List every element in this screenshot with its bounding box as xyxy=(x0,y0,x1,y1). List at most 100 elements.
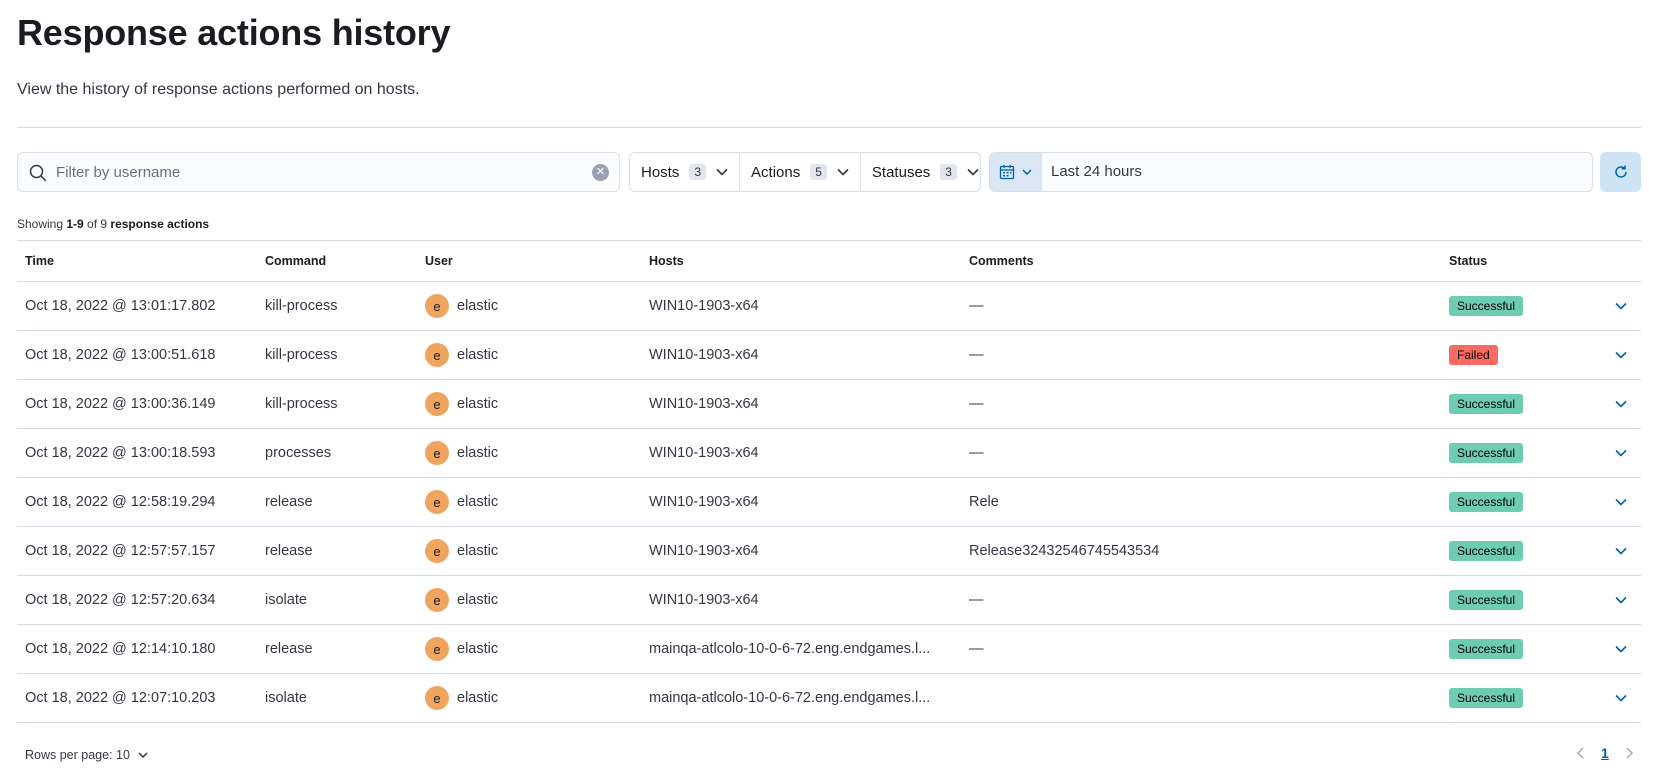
actions-filter-button[interactable]: Actions 5 xyxy=(740,153,861,191)
date-range-text[interactable]: Last 24 hours xyxy=(1042,153,1142,191)
cell-hosts: WIN10-1903-x64 xyxy=(649,347,759,363)
cell-command: release xyxy=(265,641,313,657)
cell-status: Successful xyxy=(1441,393,1601,415)
avatar: e xyxy=(425,490,449,514)
cell-command: release xyxy=(265,494,313,510)
cell-comments: — xyxy=(969,396,984,412)
search-icon xyxy=(29,164,47,182)
statuses-filter-count: 3 xyxy=(940,164,957,180)
cell-status: Successful xyxy=(1441,491,1601,513)
header-status[interactable]: Status xyxy=(1441,254,1601,268)
cell-hosts: WIN10-1903-x64 xyxy=(649,396,759,412)
cell-comments: — xyxy=(969,445,984,461)
avatar: e xyxy=(425,343,449,367)
cell-status: Failed xyxy=(1441,344,1601,366)
cell-command: kill-process xyxy=(265,298,338,314)
user-name: elastic xyxy=(457,690,499,706)
chevron-down-icon xyxy=(967,168,979,176)
cell-hosts: WIN10-1903-x64 xyxy=(649,494,759,510)
cell-hosts: WIN10-1903-x64 xyxy=(649,445,759,461)
results-summary: Showing 1-9 of 9 response actions xyxy=(17,217,209,231)
expand-row-button[interactable] xyxy=(1601,691,1641,705)
cell-hosts: WIN10-1903-x64 xyxy=(649,592,759,608)
summary-prefix: Showing xyxy=(17,217,67,231)
cell-command: kill-process xyxy=(265,396,338,412)
header-user[interactable]: User xyxy=(417,254,641,268)
search-input[interactable] xyxy=(56,153,596,191)
user-name: elastic xyxy=(457,543,499,559)
header-time[interactable]: Time xyxy=(17,254,257,268)
cell-status: Successful xyxy=(1441,589,1601,611)
chevron-down-icon xyxy=(1022,169,1032,176)
cell-comments: — xyxy=(969,298,984,314)
expand-row-button[interactable] xyxy=(1601,348,1641,362)
expand-row-button[interactable] xyxy=(1601,495,1641,509)
avatar: e xyxy=(425,637,449,661)
table-row: Oct 18, 2022 @ 12:57:57.157 release e elast… xyxy=(17,527,1641,576)
expand-row-button[interactable] xyxy=(1601,397,1641,411)
expand-row-button[interactable] xyxy=(1601,544,1641,558)
cell-user: e elastic xyxy=(417,539,641,563)
chevron-left-icon[interactable] xyxy=(1575,746,1587,760)
cell-comments: — xyxy=(969,641,984,657)
hosts-filter-button[interactable]: Hosts 3 xyxy=(630,153,741,191)
cell-status: Successful xyxy=(1441,442,1601,464)
user-name: elastic xyxy=(457,396,499,412)
cell-comments: Release32432546745543534 xyxy=(969,543,1160,559)
cell-time: Oct 18, 2022 @ 13:01:17.802 xyxy=(25,298,216,314)
summary-suffix: response actions xyxy=(110,217,210,231)
avatar: e xyxy=(425,686,449,710)
avatar: e xyxy=(425,441,449,465)
date-picker[interactable]: Last 24 hours xyxy=(989,152,1593,192)
table-row: Oct 18, 2022 @ 13:01:17.802 kill-process e… xyxy=(17,282,1641,331)
cell-user: e elastic xyxy=(417,343,641,367)
statuses-filter-label: Statuses xyxy=(871,163,931,181)
chevron-right-icon[interactable] xyxy=(1623,746,1635,760)
header-comments[interactable]: Comments xyxy=(961,254,1441,268)
page-number[interactable]: 1 xyxy=(1601,745,1609,761)
cell-user: e elastic xyxy=(417,686,641,710)
search-box[interactable]: ✕ xyxy=(17,152,620,192)
status-badge: Successful xyxy=(1449,589,1524,611)
cell-comments: Rele xyxy=(969,494,999,510)
cell-command: kill-process xyxy=(265,347,338,363)
cell-hosts: mainqa-atlcolo-10-0-6-72.eng.endgames.l.… xyxy=(649,690,931,706)
chevron-down-icon xyxy=(1615,351,1627,359)
header-hosts[interactable]: Hosts xyxy=(641,254,961,268)
cell-time: Oct 18, 2022 @ 13:00:18.593 xyxy=(25,445,216,461)
cell-user: e elastic xyxy=(417,637,641,661)
status-badge: Successful xyxy=(1449,638,1524,660)
cell-user: e elastic xyxy=(417,392,641,416)
rows-per-page-button[interactable]: Rows per page: 10 xyxy=(25,748,149,762)
user-name: elastic xyxy=(457,494,499,510)
expand-row-button[interactable] xyxy=(1601,446,1641,460)
avatar: e xyxy=(425,588,449,612)
chevron-down-icon xyxy=(138,752,148,759)
expand-row-button[interactable] xyxy=(1601,299,1641,313)
quick-select-button[interactable] xyxy=(990,153,1042,191)
summary-range: 1-9 xyxy=(66,217,84,231)
cell-time: Oct 18, 2022 @ 12:57:57.157 xyxy=(25,543,216,559)
clear-icon[interactable]: ✕ xyxy=(592,164,609,181)
status-badge: Successful xyxy=(1449,540,1524,562)
table-row: Oct 18, 2022 @ 12:14:10.180 release e elast… xyxy=(17,625,1641,674)
status-badge: Successful xyxy=(1449,442,1524,464)
chevron-down-icon xyxy=(1615,547,1627,555)
cell-command: release xyxy=(265,543,313,559)
user-name: elastic xyxy=(457,298,499,314)
hosts-filter-label: Hosts xyxy=(641,163,680,181)
actions-filter-label: Actions xyxy=(751,163,801,181)
user-name: elastic xyxy=(457,641,499,657)
refresh-icon xyxy=(1614,165,1627,178)
chevron-down-icon xyxy=(1615,400,1627,408)
statuses-filter-button[interactable]: Statuses 3 xyxy=(861,153,990,191)
expand-row-button[interactable] xyxy=(1601,642,1641,656)
pagination: 1 xyxy=(1575,745,1635,761)
expand-row-button[interactable] xyxy=(1601,593,1641,607)
cell-status: Successful xyxy=(1441,687,1601,709)
chevron-down-icon xyxy=(1615,694,1627,702)
hosts-filter-count: 3 xyxy=(689,164,707,180)
table-row: Oct 18, 2022 @ 12:58:19.294 release e elast… xyxy=(17,478,1641,527)
header-command[interactable]: Command xyxy=(257,254,417,268)
refresh-button[interactable] xyxy=(1600,152,1641,192)
